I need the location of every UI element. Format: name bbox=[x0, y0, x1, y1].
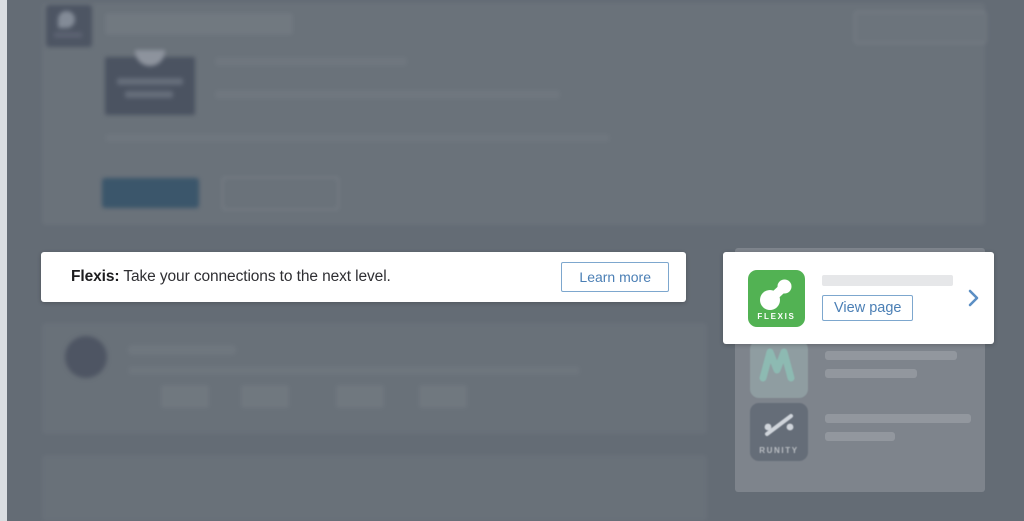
feed-panel-secondary bbox=[42, 455, 707, 521]
app-logo-caption bbox=[54, 32, 82, 38]
promo-message: Take your connections to the next level. bbox=[123, 268, 391, 285]
app-logo-glyph-icon bbox=[58, 11, 75, 28]
flexis-logo-icon: FLEXIS bbox=[748, 269, 805, 327]
topbar-app-logo[interactable] bbox=[46, 5, 92, 47]
hero-thumbnail[interactable] bbox=[105, 50, 195, 115]
sidebar-item-1-logo-icon: RUNITY bbox=[750, 403, 808, 461]
sidebar-item-0-line-1 bbox=[825, 351, 957, 360]
feed-body-placeholder bbox=[128, 366, 580, 375]
view-page-button[interactable]: View page bbox=[822, 294, 914, 322]
sidebar-item-0-logo-icon bbox=[750, 340, 808, 398]
hero-subheading-placeholder bbox=[215, 90, 560, 99]
sidebar-item-1-line-1 bbox=[825, 414, 971, 423]
hero-thumbnail-line-2 bbox=[125, 91, 173, 98]
learn-more-button[interactable]: Learn more bbox=[561, 262, 669, 292]
feed-avatar[interactable] bbox=[65, 336, 107, 378]
chevron-right-icon[interactable] bbox=[967, 288, 980, 308]
promo-banner-text: Flexis: Take your connections to the nex… bbox=[71, 268, 391, 286]
feed-stat-3[interactable] bbox=[336, 385, 384, 408]
feed-stat-2[interactable] bbox=[241, 385, 289, 408]
sidebar-item-0-text bbox=[825, 351, 957, 387]
flexis-card-body: View page bbox=[822, 274, 961, 322]
topbar-title-placeholder bbox=[105, 13, 293, 35]
sidebar-item-1-text bbox=[825, 414, 971, 450]
page-left-gutter bbox=[0, 0, 7, 521]
feed-panel bbox=[42, 323, 707, 434]
promo-brand-label: Flexis: bbox=[71, 268, 120, 285]
hero-heading-placeholder bbox=[215, 57, 407, 66]
feed-stat-1[interactable] bbox=[161, 385, 209, 408]
sidebar-item-0-line-2 bbox=[825, 369, 917, 378]
hero-thumbnail-notch-icon bbox=[135, 50, 165, 66]
flexis-page-title-placeholder bbox=[822, 274, 953, 286]
hero-primary-button[interactable] bbox=[102, 178, 199, 208]
screen-root: RUNITY Flexis: Take your connections to … bbox=[0, 0, 1024, 521]
feed-stat-4[interactable] bbox=[419, 385, 467, 408]
sidebar-item-0[interactable] bbox=[750, 340, 957, 398]
hero-thumbnail-line-1 bbox=[117, 78, 183, 85]
sidebar-item-1-wordmark: RUNITY bbox=[759, 446, 799, 455]
search-input[interactable] bbox=[854, 11, 987, 44]
hero-secondary-button[interactable] bbox=[222, 177, 339, 210]
sidebar-item-1[interactable]: RUNITY bbox=[750, 403, 971, 461]
sidebar-item-1-line-2 bbox=[825, 432, 895, 441]
feed-author-placeholder bbox=[128, 345, 236, 355]
flexis-promo-banner: Flexis: Take your connections to the nex… bbox=[41, 252, 686, 302]
flexis-page-card: FLEXIS View page bbox=[723, 252, 994, 344]
flexis-logo-wordmark: FLEXIS bbox=[757, 311, 796, 321]
hero-body-placeholder bbox=[105, 134, 610, 142]
